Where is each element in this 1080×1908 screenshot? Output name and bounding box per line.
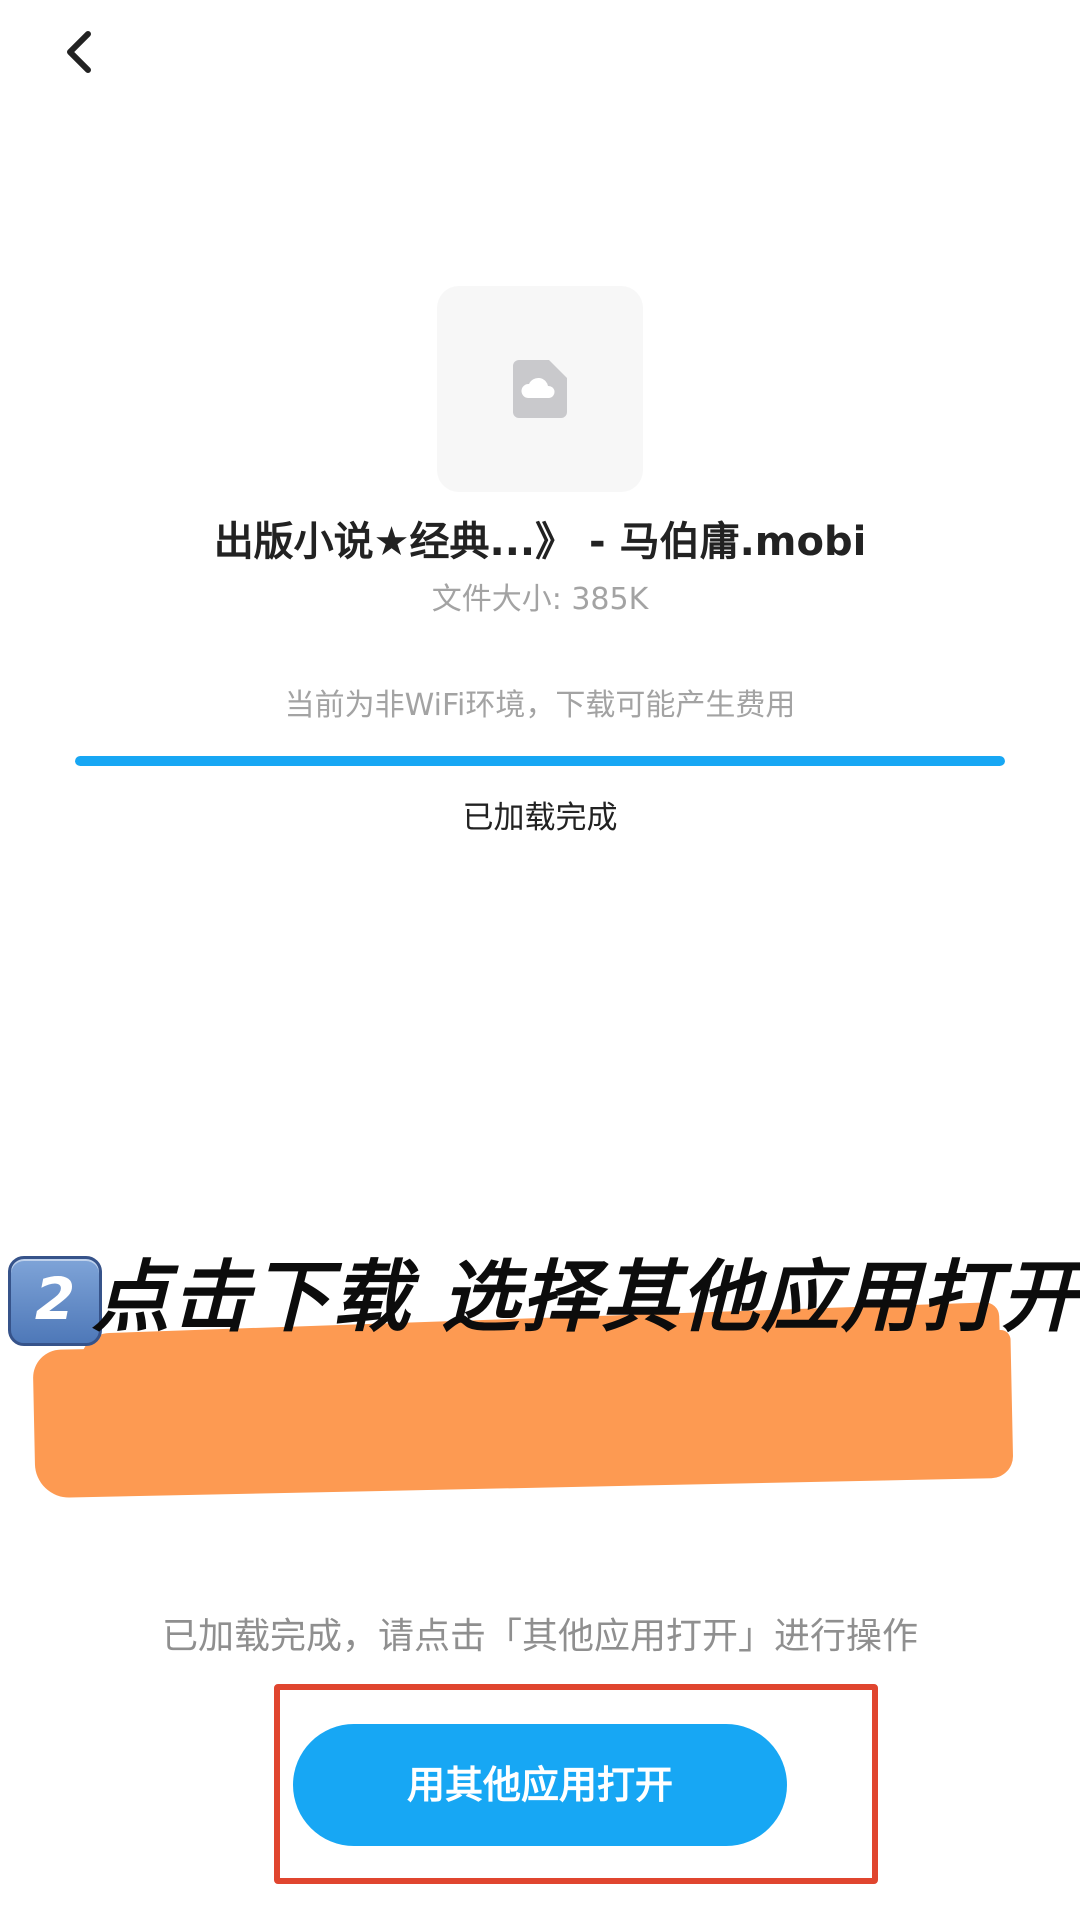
cloud-file-icon [513, 360, 567, 418]
file-name: 出版小说★经典...》 - 马伯庸.mobi [213, 519, 867, 565]
marker-highlight [32, 1329, 1014, 1499]
network-warning: 当前为非WiFi环境，下载可能产生费用 [284, 688, 796, 723]
chevron-left-icon [67, 31, 91, 73]
open-with-other-app-button[interactable]: 用其他应用打开 [293, 1724, 787, 1846]
download-progress-fill [75, 756, 1005, 766]
load-status: 已加载完成 [462, 800, 618, 836]
annotation-caption: 点击下载 选择其他应用打开 [92, 1253, 1080, 1343]
file-size: 文件大小: 385K [431, 582, 649, 617]
step-number-badge: 2 [8, 1256, 102, 1346]
back-button[interactable] [40, 12, 120, 92]
download-progress-bar [75, 756, 1005, 766]
file-thumbnail [437, 286, 643, 492]
instruction-text: 已加载完成，请点击「其他应用打开」进行操作 [161, 1616, 918, 1657]
